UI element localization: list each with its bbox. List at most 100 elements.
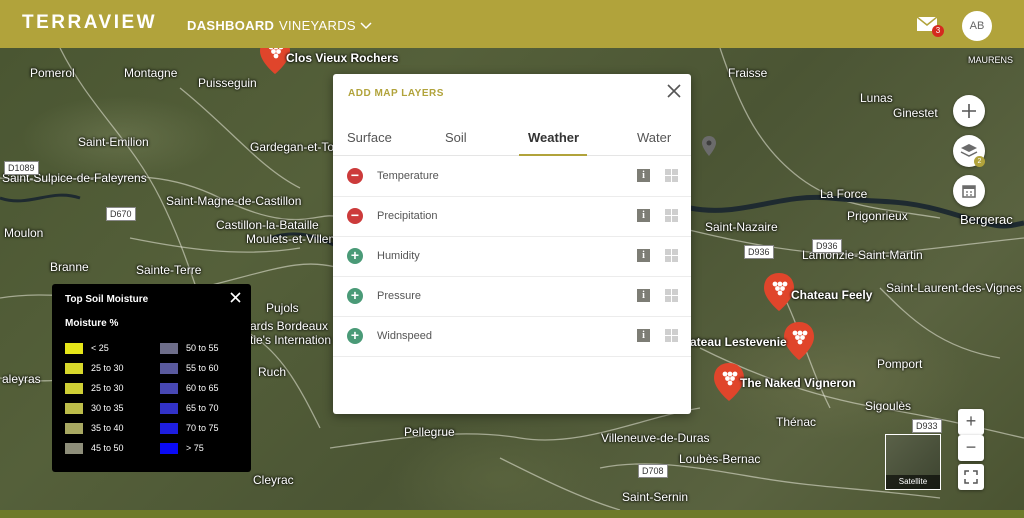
road-label: D936 xyxy=(744,245,774,259)
remove-layer-icon[interactable]: − xyxy=(347,208,363,224)
place-label: Bergerac xyxy=(960,212,1013,227)
grid-icon[interactable] xyxy=(665,169,678,182)
close-icon[interactable] xyxy=(230,292,241,306)
tab-soil[interactable]: Soil xyxy=(445,130,467,145)
info-icon[interactable]: i xyxy=(637,209,650,222)
road-label: D936 xyxy=(812,239,842,253)
layer-category-tabs: Surface Soil Weather Water xyxy=(333,118,691,156)
add-map-layers-dialog: ADD MAP LAYERS Surface Soil Weather Wate… xyxy=(333,74,691,414)
legend-label: 50 to 55 xyxy=(186,343,219,353)
legend-swatch xyxy=(65,422,83,434)
road-label: D1089 xyxy=(4,161,39,175)
add-layer-icon[interactable]: + xyxy=(347,248,363,264)
place-label: Lunas xyxy=(860,91,893,105)
legend-item: 60 to 65 xyxy=(160,382,219,394)
tab-surface[interactable]: Surface xyxy=(347,130,392,145)
grid-icon[interactable] xyxy=(665,289,678,302)
place-label: Pomerol xyxy=(30,66,75,80)
place-label: Branne xyxy=(50,260,89,274)
place-label: Puisseguin xyxy=(198,76,257,90)
layer-label: Widnspeed xyxy=(377,330,433,342)
layer-label: Pressure xyxy=(377,290,422,302)
legend-swatch xyxy=(65,442,83,454)
legend-swatch xyxy=(65,362,83,374)
legend-item: < 25 xyxy=(65,342,109,354)
info-icon[interactable]: i xyxy=(637,249,650,262)
layers-count-badge: 2 xyxy=(974,156,985,167)
soil-moisture-legend: Top Soil Moisture Moisture % < 25 25 to … xyxy=(52,284,251,472)
info-icon[interactable]: i xyxy=(637,289,650,302)
grid-icon[interactable] xyxy=(665,209,678,222)
legend-swatch xyxy=(65,382,83,394)
place-label: tie's Internation xyxy=(250,333,332,347)
dialog-title: ADD MAP LAYERS xyxy=(348,88,444,99)
legend-item: 35 to 40 xyxy=(65,422,124,434)
nav-vineyards-label: VINEYARDS xyxy=(279,18,356,33)
legend-item: 65 to 70 xyxy=(160,402,219,414)
info-icon[interactable]: i xyxy=(637,329,650,342)
place-label: La Force xyxy=(820,187,868,201)
fullscreen-button[interactable] xyxy=(958,464,984,490)
zoom-out-button[interactable]: − xyxy=(958,435,984,461)
satellite-toggle[interactable]: Satellite xyxy=(885,434,941,490)
vineyard-name-label[interactable]: Clos Vieux Rochers xyxy=(286,51,399,65)
legend-swatch xyxy=(160,402,178,414)
zoom-in-button[interactable]: + xyxy=(958,409,984,435)
place-label: Pomport xyxy=(877,357,923,371)
place-label: Moulon xyxy=(4,226,44,240)
legend-label: 60 to 65 xyxy=(186,383,219,393)
legend-item: 55 to 60 xyxy=(160,362,219,374)
place-label: Prigonrieux xyxy=(847,209,908,223)
grid-icon[interactable] xyxy=(665,329,678,342)
legend-swatch xyxy=(65,402,83,414)
place-label: Montagne xyxy=(124,66,178,80)
vineyard-name-label[interactable]: Chateau Feely xyxy=(791,288,872,302)
vineyard-pin-icon[interactable] xyxy=(764,273,794,311)
add-layer-icon[interactable]: + xyxy=(347,288,363,304)
remove-layer-icon[interactable]: − xyxy=(347,168,363,184)
legend-label: 25 to 30 xyxy=(91,383,124,393)
place-label: Cleyrac xyxy=(253,473,294,487)
vineyard-name-label[interactable]: The Naked Vigneron xyxy=(740,376,856,390)
vineyard-pin-icon[interactable] xyxy=(784,322,814,360)
place-label: Sigoulès xyxy=(865,399,912,413)
tab-water[interactable]: Water xyxy=(637,130,671,145)
place-label: Saint-Sernin xyxy=(622,490,689,504)
place-label: MAURENS xyxy=(968,55,1014,65)
legend-title: Top Soil Moisture xyxy=(65,294,149,305)
add-button[interactable] xyxy=(953,95,985,127)
layer-label: Humidity xyxy=(377,250,420,262)
legend-label: 55 to 60 xyxy=(186,363,219,373)
place-label: Loubès-Bernac xyxy=(679,452,761,466)
place-label: aleyras xyxy=(2,372,41,386)
calendar-button[interactable] xyxy=(953,175,985,207)
nav-dashboard-link[interactable]: DASHBOARD xyxy=(187,18,274,33)
road-label: D670 xyxy=(106,207,136,221)
place-label: Villeneuve-de-Duras xyxy=(601,431,710,445)
calendar-icon xyxy=(962,185,976,198)
grid-icon[interactable] xyxy=(665,249,678,262)
legend-swatch xyxy=(160,422,178,434)
close-icon[interactable] xyxy=(666,84,682,100)
terraview-logo[interactable]: TERRAVIEW xyxy=(22,12,157,34)
legend-label: 30 to 35 xyxy=(91,403,124,413)
add-layer-icon[interactable]: + xyxy=(347,328,363,344)
user-avatar[interactable]: AB xyxy=(962,11,992,41)
place-label: Castillon-la-Bataille xyxy=(216,218,319,232)
info-icon[interactable]: i xyxy=(637,169,650,182)
layer-label: Precipitation xyxy=(377,210,438,222)
legend-item: > 75 xyxy=(160,442,204,454)
legend-label: 35 to 40 xyxy=(91,423,124,433)
nav-vineyards-dropdown[interactable]: VINEYARDS xyxy=(279,18,372,33)
location-marker-icon[interactable] xyxy=(702,136,716,156)
vineyard-name-label[interactable]: ateau Lestevenie xyxy=(690,335,787,349)
layer-row: + Pressure i xyxy=(333,277,691,317)
layer-label: Temperature xyxy=(377,170,439,182)
tab-weather[interactable]: Weather xyxy=(528,130,579,145)
place-label: Saint-Laurent-des-Vignes xyxy=(886,281,1022,295)
legend-label: > 75 xyxy=(186,443,204,453)
place-label: Pellegrue xyxy=(404,425,455,439)
place-label: Thénac xyxy=(776,415,817,429)
legend-label: 25 to 30 xyxy=(91,363,124,373)
top-nav-bar: TERRAVIEW DASHBOARD VINEYARDS 3 AB xyxy=(0,0,1024,48)
